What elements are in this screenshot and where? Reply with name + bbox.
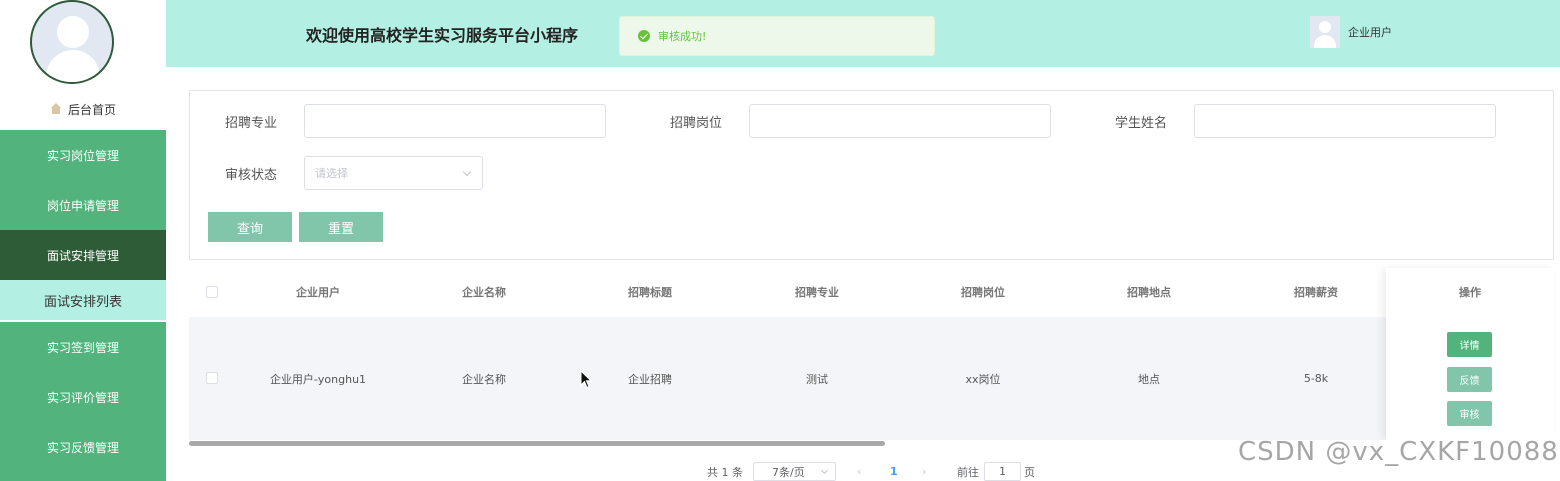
page-number-current[interactable]: 1 <box>890 462 898 481</box>
page-size-value: 7条/页 <box>772 465 805 479</box>
table-header: 企业用户 企业名称 招聘标题 招聘专业 招聘岗位 招聘地点 招聘薪资 <box>189 268 1554 316</box>
header: 欢迎使用高校学生实习服务平台小程序 审核成功! 企业用户 <box>166 0 1560 67</box>
status-select-placeholder: 请选择 <box>315 167 348 180</box>
column-header: 招聘专业 <box>795 286 839 299</box>
user-menu[interactable]: 企业用户 <box>1310 16 1392 48</box>
goto-label: 前往 <box>957 465 979 479</box>
sidebar-item-label: 实习签到管理 <box>46 340 119 355</box>
sidebar-item-internship-positions[interactable]: 实习岗位管理 <box>0 130 166 180</box>
next-page-icon[interactable]: › <box>922 462 926 481</box>
table-row[interactable]: 企业用户-yonghu1 企业名称 企业招聘 测试 xx岗位 地点 5-8k <box>189 317 1554 440</box>
status-select[interactable]: 请选择 <box>304 156 483 190</box>
page-title: 欢迎使用高校学生实习服务平台小程序 <box>306 26 579 45</box>
success-toast: 审核成功! <box>619 16 935 56</box>
column-header: 操作 <box>1459 286 1481 299</box>
toast-message: 审核成功! <box>658 30 707 43</box>
sidebar-item-home[interactable]: 后台首页 <box>0 90 166 128</box>
feedback-button[interactable]: 反馈 <box>1447 367 1492 392</box>
sidebar-item-label: 岗位申请管理 <box>46 198 119 213</box>
pagination-total: 共 1 条 <box>707 465 743 479</box>
sidebar-item-position-applications[interactable]: 岗位申请管理 <box>0 180 166 230</box>
status-label: 审核状态 <box>225 168 278 183</box>
home-icon <box>50 103 62 115</box>
page-size-select[interactable]: 7条/页 <box>753 462 836 481</box>
cell-company-user: 企业用户-yonghu1 <box>269 372 367 386</box>
sidebar-item-label: 实习评价管理 <box>46 390 119 405</box>
sidebar: 后台首页 实习岗位管理 岗位申请管理 面试安排管理 面试安排列表 实习签到管理 … <box>0 0 166 481</box>
student-name-label: 学生姓名 <box>1115 116 1168 131</box>
column-header: 招聘岗位 <box>961 286 1005 299</box>
cell-position: xx岗位 <box>965 372 1001 386</box>
position-label: 招聘岗位 <box>670 116 723 131</box>
avatar-icon <box>30 0 114 84</box>
chevron-down-icon <box>462 167 472 177</box>
operations-column: 操作 详情 反馈 审核 <box>1386 268 1554 440</box>
avatar[interactable] <box>30 0 114 84</box>
goto-page-input[interactable]: 1 <box>984 462 1021 481</box>
sidebar-item-feedback-management[interactable]: 实习反馈管理 <box>0 422 166 481</box>
sidebar-item-interview-management[interactable]: 面试安排管理 <box>0 230 166 280</box>
user-name: 企业用户 <box>1348 26 1392 39</box>
column-header: 招聘薪资 <box>1294 286 1338 299</box>
review-button[interactable]: 审核 <box>1447 401 1492 426</box>
chevron-down-icon <box>820 466 829 475</box>
sidebar-item-label: 后台首页 <box>67 102 116 117</box>
student-name-input[interactable] <box>1194 104 1496 138</box>
column-header: 招聘地点 <box>1127 286 1171 299</box>
reset-button[interactable]: 重置 <box>299 212 383 242</box>
column-header: 企业名称 <box>462 286 506 299</box>
check-circle-icon <box>638 30 650 42</box>
cell-company-name: 企业名称 <box>462 372 506 386</box>
sidebar-item-evaluation-management[interactable]: 实习评价管理 <box>0 372 166 422</box>
data-table: 企业用户 企业名称 招聘标题 招聘专业 招聘岗位 招聘地点 招聘薪资 企业用户-… <box>189 268 1554 440</box>
column-header: 企业用户 <box>296 286 340 299</box>
prev-page-icon[interactable]: ‹ <box>857 462 861 481</box>
sidebar-item-label: 面试安排列表 <box>43 294 122 310</box>
search-panel: 招聘专业 招聘岗位 学生姓名 审核状态 请选择 查询 重置 <box>189 90 1554 260</box>
major-label: 招聘专业 <box>225 116 278 131</box>
sidebar-item-checkin-management[interactable]: 实习签到管理 <box>0 322 166 372</box>
watermark: CSDN @vx_CXKF10088 <box>1238 437 1559 467</box>
select-all-checkbox[interactable] <box>206 286 218 298</box>
sidebar-item-label: 实习反馈管理 <box>46 440 119 455</box>
cell-salary: 5-8k <box>1303 372 1329 385</box>
sidebar-subitem-interview-list[interactable]: 面试安排列表 <box>0 280 166 320</box>
query-button[interactable]: 查询 <box>208 212 292 242</box>
user-avatar-icon <box>1310 16 1340 48</box>
sidebar-item-label: 面试安排管理 <box>46 248 119 263</box>
cell-major: 测试 <box>806 372 828 386</box>
mouse-cursor-icon <box>580 370 593 389</box>
horizontal-scrollbar[interactable] <box>189 441 885 446</box>
major-input[interactable] <box>304 104 606 138</box>
column-header: 招聘标题 <box>628 286 672 299</box>
detail-button[interactable]: 详情 <box>1447 332 1492 357</box>
page-suffix: 页 <box>1024 465 1035 479</box>
cell-location: 地点 <box>1138 372 1160 386</box>
row-checkbox[interactable] <box>206 372 218 384</box>
position-input[interactable] <box>749 104 1051 138</box>
sidebar-item-label: 实习岗位管理 <box>46 148 119 163</box>
goto-page-value: 1 <box>999 465 1006 478</box>
